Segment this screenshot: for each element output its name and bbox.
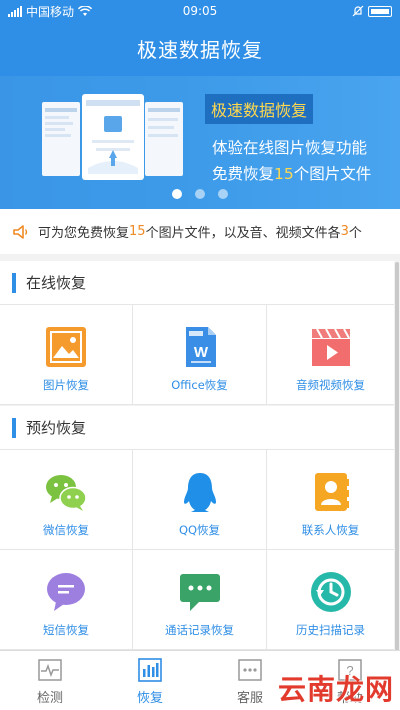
wechat-recovery-button[interactable]: 微信恢复 bbox=[0, 450, 133, 550]
tab-detect-label: 检测 bbox=[36, 691, 63, 706]
section-header-online: 在线恢复 bbox=[0, 261, 394, 305]
image-icon bbox=[46, 327, 86, 367]
history-icon bbox=[310, 572, 351, 612]
banner-dot[interactable] bbox=[172, 189, 182, 199]
phones-illustration-icon bbox=[42, 94, 183, 180]
notice-number-2: 3 bbox=[340, 224, 349, 239]
banner-line-2-suffix: 个图片文件 bbox=[293, 165, 372, 183]
service-icon bbox=[238, 659, 262, 681]
banner-title: 极速数据恢复 bbox=[205, 94, 314, 124]
status-time: 09:05 bbox=[182, 4, 218, 18]
banner-line-2-number: 15 bbox=[274, 165, 294, 183]
history-scan-button[interactable]: 历史扫描记录 bbox=[267, 550, 394, 650]
online-recovery-section: 在线恢复 图片恢复 W Office恢复 音频视频恢复 bbox=[0, 261, 394, 405]
notice-text-1: 可为您免费恢复 bbox=[38, 226, 130, 241]
banner-pagination bbox=[0, 189, 400, 199]
tab-restore-label: 恢复 bbox=[136, 691, 163, 706]
section-accent-bar bbox=[12, 417, 16, 438]
sms-recovery-button[interactable]: 短信恢复 bbox=[0, 550, 133, 650]
office-doc-icon: W bbox=[185, 327, 216, 367]
call-log-recovery-button[interactable]: 通话记录恢复 bbox=[133, 550, 267, 650]
banner-dot[interactable] bbox=[218, 189, 228, 199]
section-accent-bar bbox=[12, 272, 16, 293]
office-recovery-button[interactable]: W Office恢复 bbox=[133, 305, 267, 405]
qq-recovery-button[interactable]: QQ恢复 bbox=[133, 450, 267, 550]
qq-icon bbox=[183, 473, 216, 512]
sms-recovery-label: 短信恢复 bbox=[43, 623, 89, 637]
battery-icon bbox=[368, 5, 392, 17]
contacts-recovery-button[interactable]: 联系人恢复 bbox=[267, 450, 394, 550]
detect-icon bbox=[38, 659, 62, 681]
call-log-recovery-label: 通话记录恢复 bbox=[165, 623, 234, 637]
banner-dot[interactable] bbox=[195, 189, 205, 199]
image-recovery-label: 图片恢复 bbox=[43, 378, 89, 392]
notice-text-2: 个图片文件，以及音、视频文件各 bbox=[145, 226, 341, 241]
svg-text:W: W bbox=[193, 344, 208, 361]
notice-number-1: 15 bbox=[129, 224, 146, 239]
reserve-recovery-grid: 微信恢复 QQ恢复 联系人恢复 短信恢复 通话记录恢复 历史扫描记录 bbox=[0, 450, 394, 650]
section-title-online: 在线恢复 bbox=[26, 274, 87, 292]
notice-bar: 可为您免费恢复 15 个图片文件，以及音、视频文件各 3 个 bbox=[0, 209, 400, 254]
banner-line-1: 体验在线图片恢复功能 bbox=[212, 139, 368, 157]
media-recovery-button[interactable]: 音频视频恢复 bbox=[267, 305, 394, 405]
history-scan-label: 历史扫描记录 bbox=[296, 623, 365, 637]
tab-detect[interactable]: 检测 bbox=[0, 651, 100, 710]
status-bar: 中国移动 09:05 bbox=[0, 0, 400, 22]
restore-icon bbox=[138, 658, 162, 682]
office-recovery-label: Office恢复 bbox=[171, 378, 228, 392]
wechat-icon bbox=[46, 475, 87, 511]
banner-line-2-prefix: 免费恢复 bbox=[212, 165, 275, 183]
wechat-recovery-label: 微信恢复 bbox=[43, 523, 89, 537]
sms-icon bbox=[47, 573, 85, 611]
tab-service-label: 客服 bbox=[236, 691, 263, 706]
reserve-recovery-section: 预约恢复 微信恢复 QQ恢复 联系人恢复 短信恢复 通话记录恢复 历史扫描记录 bbox=[0, 406, 394, 650]
section-header-reserve: 预约恢复 bbox=[0, 406, 394, 450]
notice-text-3: 个 bbox=[348, 226, 362, 241]
app-header: 中国移动 09:05 极速数据恢复 bbox=[0, 0, 400, 76]
video-clapper-icon bbox=[311, 328, 350, 366]
speaker-icon bbox=[13, 224, 28, 239]
scrollbar[interactable] bbox=[395, 262, 399, 652]
qq-recovery-label: QQ恢复 bbox=[178, 523, 221, 537]
image-recovery-button[interactable]: 图片恢复 bbox=[0, 305, 133, 405]
watermark-logo: 云南龙网 bbox=[277, 673, 394, 706]
online-recovery-grid: 图片恢复 W Office恢复 音频视频恢复 bbox=[0, 305, 394, 405]
promo-banner[interactable]: 极速数据恢复 体验在线图片恢复功能 免费恢复15个图片文件 bbox=[0, 76, 400, 209]
page-title: 极速数据恢复 bbox=[137, 38, 263, 62]
tab-restore[interactable]: 恢复 bbox=[100, 651, 200, 710]
contacts-icon bbox=[314, 473, 349, 511]
section-title-reserve: 预约恢复 bbox=[26, 419, 87, 437]
banner-line-2: 免费恢复15个图片文件 bbox=[212, 162, 371, 184]
contacts-recovery-label: 联系人恢复 bbox=[301, 523, 360, 537]
media-recovery-label: 音频视频恢复 bbox=[296, 378, 365, 392]
call-log-icon bbox=[179, 574, 220, 611]
